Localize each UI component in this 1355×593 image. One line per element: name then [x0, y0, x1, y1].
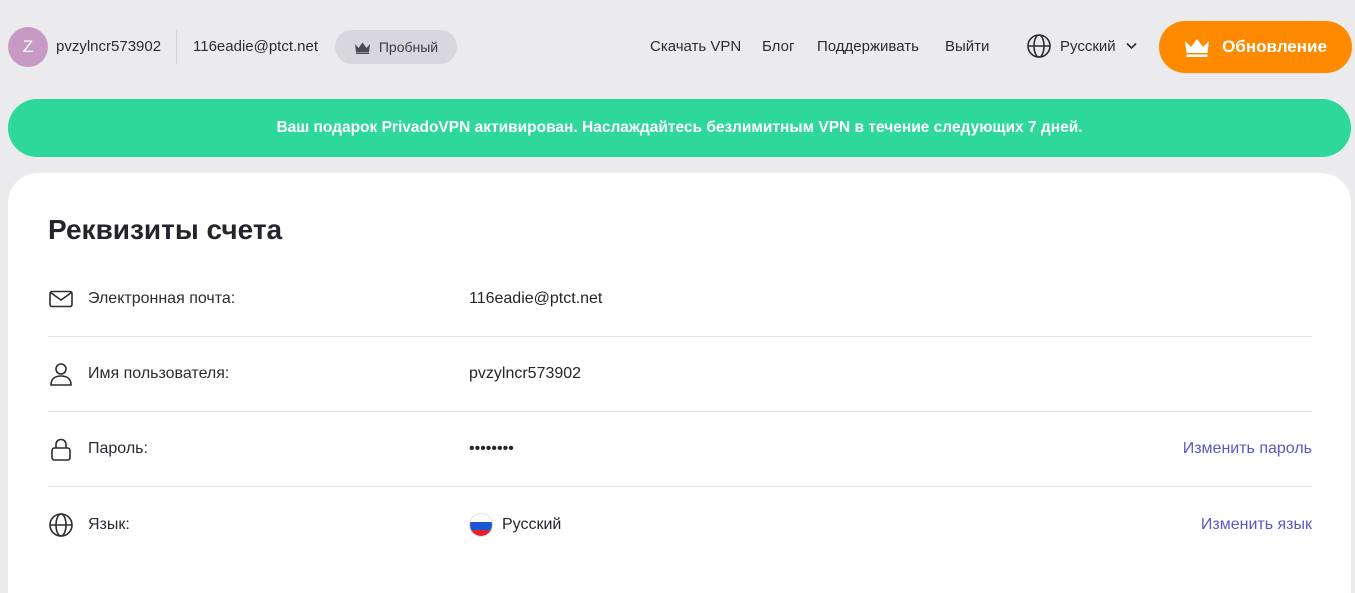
username-label: Имя пользователя: — [88, 365, 230, 382]
trial-badge: Пробный — [335, 30, 457, 64]
nav-blog[interactable]: Блог — [762, 38, 794, 55]
mail-icon — [49, 290, 73, 308]
language-label: Язык: — [88, 515, 130, 533]
language-switcher[interactable]: Русский — [1026, 32, 1137, 60]
change-language-link[interactable]: Изменить язык — [1201, 516, 1312, 534]
change-password-link[interactable]: Изменить пароль — [1183, 440, 1312, 458]
banner-text: Ваш подарок PrivadoVPN активирован. Насл… — [276, 119, 1083, 136]
russia-flag-icon — [469, 512, 493, 537]
nav-support[interactable]: Поддерживать — [817, 38, 919, 55]
upgrade-button-label: Обновление — [1222, 37, 1327, 56]
account-row-password: Пароль: •••••••• Изменить пароль — [48, 412, 1312, 487]
chevron-down-icon — [1126, 42, 1137, 50]
password-value: •••••••• — [469, 440, 514, 457]
crown-icon — [354, 42, 370, 54]
lock-icon — [51, 438, 71, 461]
header-username: pvzylncr573902 — [56, 38, 162, 55]
user-icon — [50, 363, 72, 386]
password-label: Пароль: — [88, 440, 148, 457]
avatar-initial: Z — [22, 37, 34, 56]
nav-download-vpn[interactable]: Скачать VPN — [650, 38, 741, 55]
crown-icon — [1185, 38, 1210, 57]
email-label: Электронная почта: — [88, 290, 236, 307]
header-email: 116eadie@ptct.net — [193, 38, 319, 55]
top-bar: Z pvzylncr573902 116eadie@ptct.net Пробн… — [0, 0, 1355, 94]
globe-icon — [1027, 34, 1051, 58]
account-details-card: Реквизиты счета Электронная почта: 116ea… — [8, 173, 1351, 593]
nav-logout[interactable]: Выйти — [945, 38, 989, 55]
trial-badge-label: Пробный — [378, 39, 439, 55]
language-value-wrap: Русский — [469, 512, 562, 537]
account-row-language: Язык: Русский Изменить язык — [48, 487, 1312, 562]
language-switcher-label: Русский — [1060, 37, 1116, 55]
gift-activated-banner: Ваш подарок PrivadoVPN активирован. Насл… — [8, 99, 1351, 157]
account-row-email: Электронная почта: 116eadie@ptct.net — [48, 262, 1312, 337]
avatar[interactable]: Z — [8, 27, 48, 67]
language-value: Русский — [502, 515, 562, 533]
header-divider — [176, 30, 177, 64]
account-row-username: Имя пользователя: pvzylncr573902 — [48, 337, 1312, 412]
email-value: 116eadie@ptct.net — [469, 290, 603, 307]
username-value: pvzylncr573902 — [469, 365, 582, 382]
globe-icon — [49, 512, 73, 537]
page-title: Реквизиты счета — [48, 214, 283, 245]
upgrade-button[interactable]: Обновление — [1159, 21, 1352, 73]
